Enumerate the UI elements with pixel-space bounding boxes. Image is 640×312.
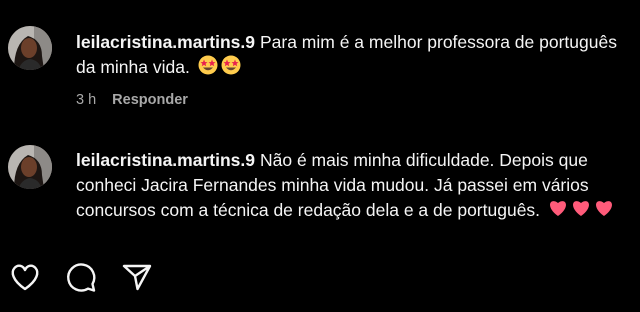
avatar-image	[8, 26, 52, 70]
heart-emoji	[548, 199, 568, 224]
comment-text-block: leilacristina.martins.9 Não é mais minha …	[76, 148, 626, 224]
comment-body: leilacristina.martins.9 Para mim é a melh…	[76, 30, 626, 108]
star-struck-emoji	[221, 55, 241, 82]
comment-text-block: leilacristina.martins.9 Para mim é a melh…	[76, 30, 626, 82]
heart-emoji	[594, 199, 614, 224]
avatar[interactable]	[8, 26, 52, 70]
comment-time: 3 h	[76, 92, 97, 108]
avatar[interactable]	[8, 145, 52, 189]
comment-icon[interactable]	[64, 260, 98, 294]
comment-username[interactable]: leilacristina.martins.9	[76, 32, 255, 52]
comment-body: leilacristina.martins.9 Não é mais minha …	[76, 148, 626, 224]
scroll-fade	[0, 226, 640, 240]
heart-emoji	[571, 199, 591, 224]
star-struck-emoji	[198, 55, 218, 82]
share-icon[interactable]	[120, 260, 154, 294]
post-action-bar	[0, 246, 640, 306]
reply-button[interactable]: Responder	[112, 92, 188, 108]
avatar-image	[8, 145, 52, 189]
comment-list: leilacristina.martins.9 Para mim é a melh…	[0, 0, 640, 240]
comment-username[interactable]: leilacristina.martins.9	[76, 150, 255, 170]
comment-meta: 3 h Responder	[76, 92, 626, 108]
heart-icon[interactable]	[8, 260, 42, 294]
